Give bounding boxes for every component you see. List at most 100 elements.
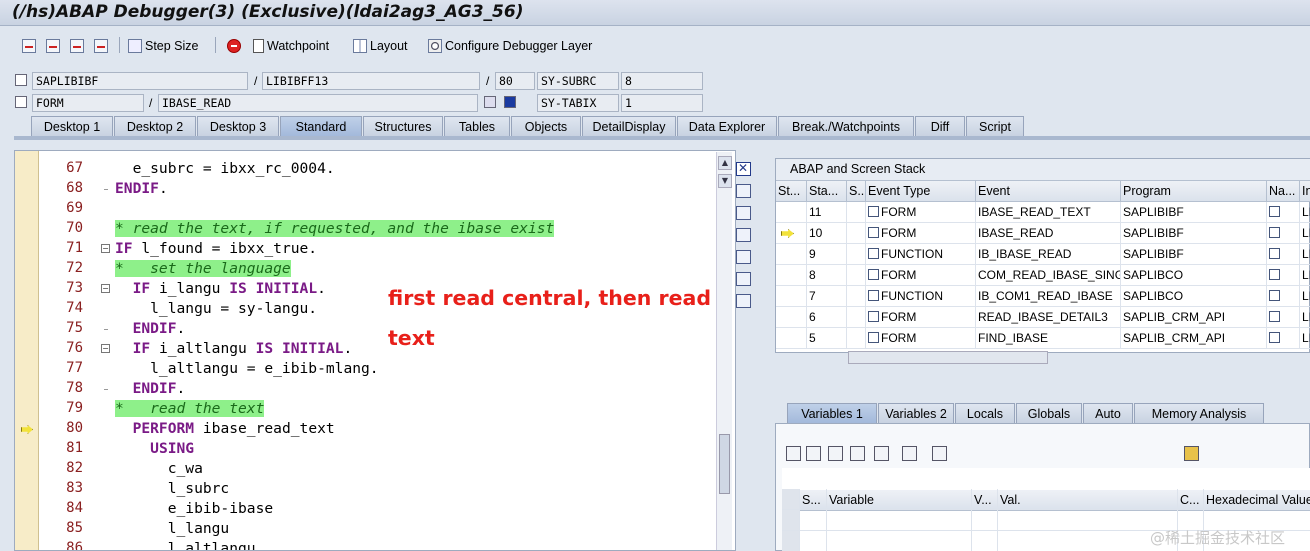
code-line[interactable]: 67 e_subrc = ibxx_rc_0004. [15, 160, 735, 180]
proc-name-field[interactable]: IBASE_READ [158, 94, 478, 112]
export-icon[interactable] [850, 446, 865, 461]
stack-cell-event-type[interactable]: FORM [866, 328, 976, 349]
variable-cell[interactable] [827, 510, 972, 531]
stack-cell-marker[interactable] [776, 328, 807, 349]
stack-cell-level[interactable]: 11 [807, 202, 847, 223]
tab-desktop-3[interactable]: Desktop 3 [197, 116, 279, 136]
stack-cell-event[interactable]: COM_READ_IBASE_SING... [976, 265, 1121, 286]
stack-cell-s[interactable] [847, 202, 866, 223]
source-display-icon[interactable] [484, 96, 496, 108]
col-st[interactable]: St... [776, 181, 807, 202]
row-selector[interactable] [782, 531, 800, 551]
watchpoint-button[interactable]: Watchpoint [253, 35, 329, 57]
stack-cell-navigate[interactable] [1267, 223, 1300, 244]
stack-cell-marker[interactable] [776, 265, 807, 286]
resize-icon[interactable] [736, 250, 751, 264]
col-navigate[interactable]: Na... [1267, 181, 1300, 202]
tab-memory-analysis[interactable]: Memory Analysis [1134, 403, 1264, 423]
stack-cell-s[interactable] [847, 244, 866, 265]
stack-cell-level[interactable]: 9 [807, 244, 847, 265]
close-icon[interactable] [736, 161, 751, 176]
stack-cell-s[interactable] [847, 328, 866, 349]
col-stack-level[interactable]: Sta... [807, 181, 847, 202]
stack-cell-event[interactable]: READ_IBASE_DETAIL3 [976, 307, 1121, 328]
step-size-button[interactable]: Step Size [128, 35, 199, 57]
navigate-icon[interactable] [1269, 206, 1280, 217]
stack-cell-event[interactable]: IB_IBASE_READ [976, 244, 1121, 265]
return-button[interactable] [70, 35, 84, 57]
navigate-icon[interactable] [1269, 290, 1280, 301]
code-line[interactable]: 86 l_altlangu [15, 540, 735, 550]
stack-cell-navigate[interactable] [1267, 286, 1300, 307]
stack-cell-include[interactable]: LI [1300, 265, 1310, 286]
variable-cell[interactable] [827, 531, 972, 551]
navigate-icon[interactable] [1269, 227, 1280, 238]
stack-cell-event-type[interactable]: FORM [866, 202, 976, 223]
collapse-icon[interactable]: − [101, 344, 110, 353]
code-line[interactable]: 79 * read the text [15, 400, 735, 420]
col-event-type[interactable]: Event Type [866, 181, 976, 202]
variable-cell[interactable] [827, 489, 972, 510]
stack-cell-include[interactable]: LI [1300, 223, 1310, 244]
maximize-icon[interactable] [736, 228, 751, 242]
variable-cell[interactable] [998, 489, 1178, 510]
navigate-icon[interactable] [1269, 332, 1280, 343]
stack-cell-marker[interactable] [776, 223, 807, 244]
stack-cell-event-type[interactable]: FUNCTION [866, 244, 976, 265]
stack-cell-level[interactable]: 5 [807, 328, 847, 349]
navigate-icon[interactable] [1269, 248, 1280, 259]
tab-data-explorer[interactable]: Data Explorer [677, 116, 777, 136]
variable-cell[interactable] [1178, 489, 1204, 510]
variable-cell[interactable] [800, 531, 827, 551]
stack-cell-s[interactable] [847, 265, 866, 286]
stack-cell-level[interactable]: 10 [807, 223, 847, 244]
stack-cell-program[interactable]: SAPLIB_CRM_API [1121, 307, 1267, 328]
stack-cell-program[interactable]: SAPLIBIBF [1121, 202, 1267, 223]
tab-objects[interactable]: Objects [511, 116, 581, 136]
stack-cell-event-type[interactable]: FORM [866, 223, 976, 244]
include-field[interactable]: LIBIBFF13 [262, 72, 480, 90]
info-icon[interactable] [504, 96, 516, 108]
stack-cell-s[interactable] [847, 286, 866, 307]
stack-cell-program[interactable]: SAPLIBCO [1121, 265, 1267, 286]
stack-cell-event-type[interactable]: FORM [866, 307, 976, 328]
tab-structures[interactable]: Structures [363, 116, 443, 136]
stack-cell-program[interactable]: SAPLIBCO [1121, 286, 1267, 307]
insert-icon[interactable] [806, 446, 821, 461]
scroll-thumb[interactable] [719, 434, 730, 494]
code-line[interactable]: 85 l_langu [15, 520, 735, 540]
tab-auto[interactable]: Auto [1083, 403, 1133, 423]
tab-tables[interactable]: Tables [444, 116, 510, 136]
stack-cell-s[interactable] [847, 307, 866, 328]
collapse-icon[interactable]: − [101, 244, 110, 253]
layout-button[interactable]: Layout [353, 35, 408, 57]
stack-cell-program[interactable]: SAPLIBIBF [1121, 223, 1267, 244]
scroll-up-icon[interactable]: ▲ [718, 156, 732, 170]
editor-scrollbar[interactable]: ▲ ▼ [716, 152, 732, 550]
hierarchy-icon[interactable] [874, 446, 889, 461]
stack-cell-level[interactable]: 7 [807, 286, 847, 307]
stack-cell-navigate[interactable] [1267, 307, 1300, 328]
tab-script[interactable]: Script [966, 116, 1024, 136]
tab-locals[interactable]: Locals [955, 403, 1015, 423]
row-selector[interactable] [782, 510, 800, 531]
transfer-icon[interactable] [902, 446, 917, 461]
col-s[interactable]: S... [847, 181, 866, 202]
configure-layer-button[interactable]: Configure Debugger Layer [428, 35, 592, 57]
code-line[interactable]: 80 PERFORM ibase_read_text [15, 420, 735, 440]
stack-cell-marker[interactable] [776, 307, 807, 328]
code-line[interactable]: 69 [15, 200, 735, 220]
single-step-button[interactable] [22, 35, 36, 57]
stack-cell-navigate[interactable] [1267, 244, 1300, 265]
code-line[interactable]: 68 ENDIF. [15, 180, 735, 200]
tab-globals[interactable]: Globals [1016, 403, 1082, 423]
stack-cell-navigate[interactable] [1267, 202, 1300, 223]
variable-cell[interactable] [800, 489, 827, 510]
tab-standard[interactable]: Standard [280, 116, 362, 136]
variable-cell[interactable] [972, 489, 998, 510]
code-line[interactable]: 81 USING [15, 440, 735, 460]
stack-cell-include[interactable]: LI [1300, 202, 1310, 223]
stack-cell-event-type[interactable]: FORM [866, 265, 976, 286]
row-selector[interactable] [782, 489, 800, 510]
navigate-icon[interactable] [1269, 269, 1280, 280]
